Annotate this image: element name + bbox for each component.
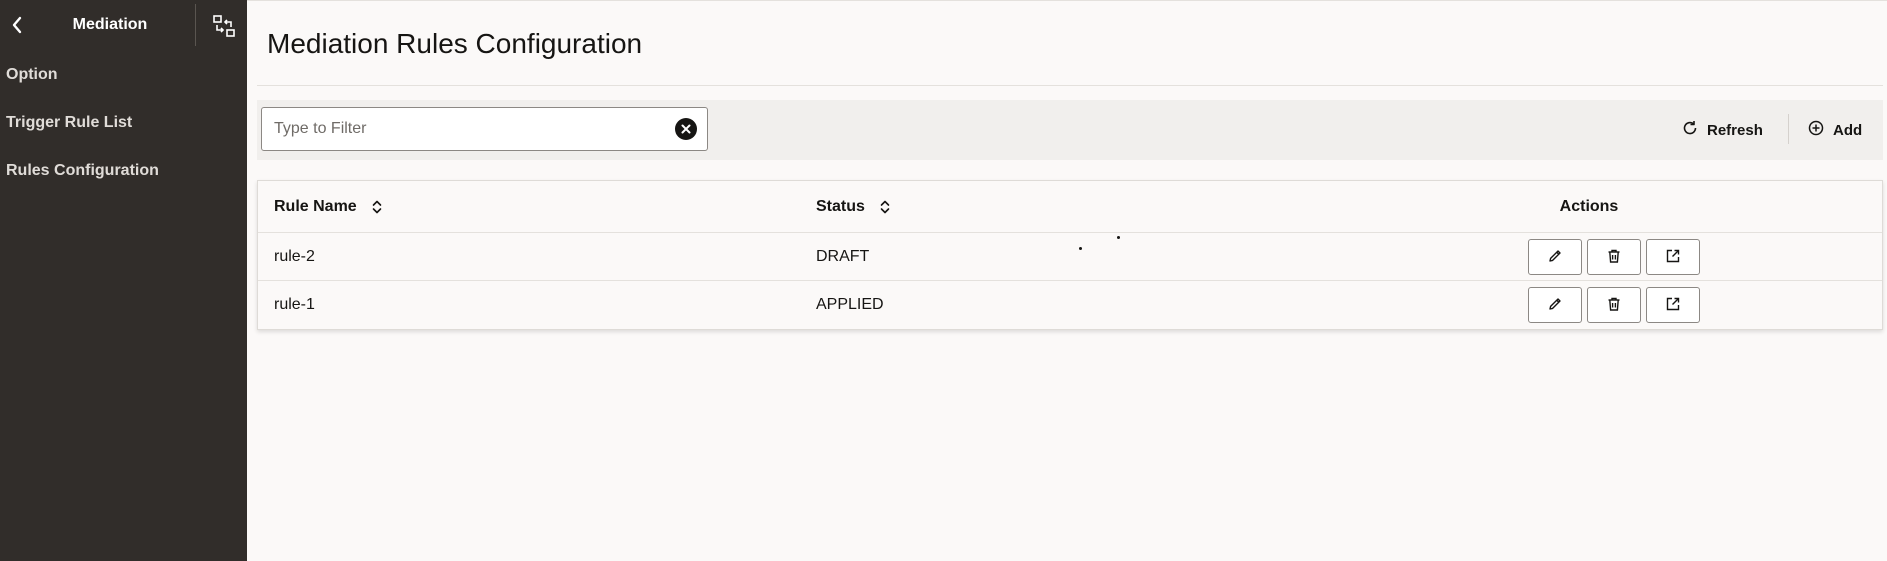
sidebar-header: Mediation [0, 0, 247, 51]
toolbar: Refresh Add [257, 100, 1883, 160]
row-actions [1528, 239, 1700, 275]
stray-dot [1079, 247, 1082, 250]
add-icon [1807, 119, 1825, 141]
stray-dot [1117, 236, 1120, 239]
filter-field [261, 107, 708, 151]
chevron-left-icon[interactable] [6, 14, 28, 36]
sidebar-item-rules-configuration[interactable]: Rules Configuration [0, 147, 247, 195]
edit-button[interactable] [1528, 287, 1582, 323]
sidebar: Mediation Option Trigger Rule List Rules… [0, 0, 247, 561]
title-divider [257, 85, 1883, 86]
sort-icon[interactable] [371, 199, 383, 215]
column-header-rule-name[interactable]: Rule Name [274, 181, 383, 232]
delete-icon [1606, 248, 1622, 267]
sidebar-nav: Option Trigger Rule List Rules Configura… [0, 51, 247, 195]
clear-filter-icon[interactable] [675, 118, 697, 140]
sidebar-item-label: Option [6, 66, 58, 83]
column-header-status[interactable]: Status [816, 181, 891, 232]
sort-icon[interactable] [879, 199, 891, 215]
row-actions [1528, 287, 1700, 323]
main-content: Mediation Rules Configuration Refresh [247, 0, 1887, 561]
open-external-icon [1665, 296, 1681, 315]
rule-name-cell: rule-1 [274, 296, 315, 313]
delete-button[interactable] [1587, 239, 1641, 275]
sidebar-item-option[interactable]: Option [0, 51, 247, 99]
edit-icon [1547, 296, 1563, 315]
toolbar-divider [1788, 114, 1789, 144]
sidebar-item-label: Rules Configuration [6, 162, 159, 179]
status-cell: APPLIED [816, 296, 884, 313]
refresh-button[interactable]: Refresh [1681, 114, 1763, 146]
delete-icon [1606, 296, 1622, 315]
open-button[interactable] [1646, 287, 1700, 323]
rules-table: Rule Name Status Actions rule-2 DRAFT ru… [257, 180, 1883, 330]
add-label: Add [1833, 121, 1863, 139]
filter-input[interactable] [262, 108, 675, 150]
add-button[interactable]: Add [1807, 114, 1862, 146]
status-cell: DRAFT [816, 247, 870, 265]
switch-view-icon[interactable] [211, 13, 237, 39]
table-header-row: Rule Name Status Actions [258, 181, 1882, 233]
column-header-label: Actions [1559, 197, 1619, 215]
open-button[interactable] [1646, 239, 1700, 275]
refresh-icon [1681, 119, 1699, 141]
column-header-actions: Actions [1514, 181, 1664, 232]
table-row[interactable]: rule-2 DRAFT [258, 233, 1882, 281]
page-title: Mediation Rules Configuration [267, 28, 643, 59]
refresh-label: Refresh [1707, 121, 1763, 139]
sidebar-title: Mediation [72, 16, 148, 33]
rule-name-cell: rule-2 [274, 247, 315, 265]
delete-button[interactable] [1587, 287, 1641, 323]
table-row[interactable]: rule-1 APPLIED [258, 281, 1882, 329]
open-external-icon [1665, 248, 1681, 267]
sidebar-item-label: Trigger Rule List [6, 114, 133, 131]
edit-button[interactable] [1528, 239, 1582, 275]
column-header-label: Status [816, 197, 865, 215]
sidebar-item-trigger-rule-list[interactable]: Trigger Rule List [0, 99, 247, 147]
column-header-label: Rule Name [274, 197, 357, 215]
app-root: Mediation Option Trigger Rule List Rules… [0, 0, 1887, 561]
sidebar-header-divider [195, 4, 196, 46]
edit-icon [1547, 248, 1563, 267]
